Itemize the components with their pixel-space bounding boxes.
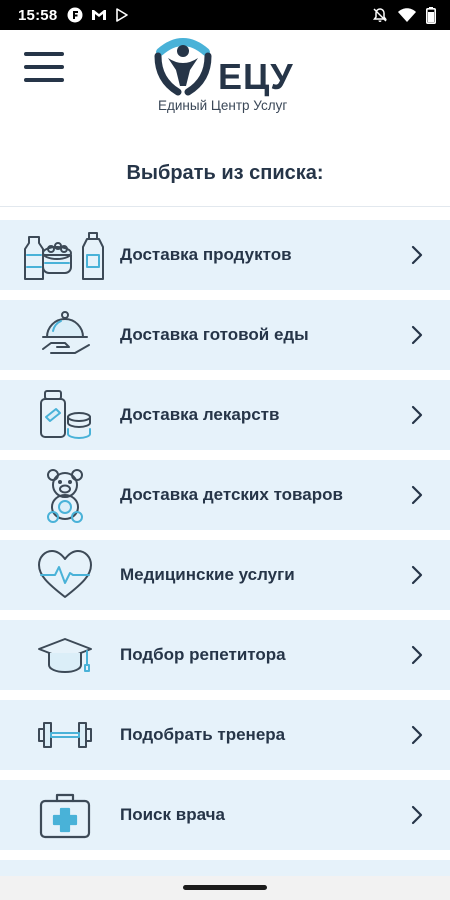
service-item-groceries[interactable]: Доставка продуктов: [0, 220, 450, 290]
service-label: Доставка лекарств: [120, 405, 280, 424]
status-time: 15:58: [18, 6, 58, 24]
medicine-icon: [40, 390, 91, 439]
teddy-bear-icon: [47, 469, 83, 523]
chevron-right-icon: [411, 565, 423, 585]
service-item-medicine[interactable]: Доставка лекарств: [0, 380, 450, 450]
home-gesture-handle[interactable]: [183, 885, 267, 890]
logo-mark-icon: [154, 38, 212, 96]
first-aid-kit-icon: [39, 793, 91, 839]
chevron-right-icon: [411, 725, 423, 745]
service-label: Медицинские услуги: [120, 565, 295, 584]
service-item-tutor[interactable]: Подбор репетитора: [0, 620, 450, 690]
service-item-doctor[interactable]: Поиск врача: [0, 780, 450, 850]
service-label: Доставка продуктов: [120, 245, 292, 264]
graduation-cap-icon: [38, 638, 92, 673]
service-item-kids[interactable]: Доставка детских товаров: [0, 460, 450, 530]
wifi-icon: [398, 8, 416, 22]
app-f-icon: [67, 7, 83, 23]
system-nav-bar: [0, 876, 450, 900]
logo-text: ЕЦУ: [218, 56, 294, 97]
dumbbell-icon: [38, 722, 92, 748]
service-item-trainer[interactable]: Подобрать тренера: [0, 700, 450, 770]
divider: [0, 206, 450, 207]
chevron-right-icon: [411, 325, 423, 345]
service-label: Доставка готовой еды: [120, 325, 309, 344]
chevron-right-icon: [411, 405, 423, 425]
chevron-right-icon: [411, 245, 423, 265]
logo: ЕЦУ Единый Центр Услуг: [152, 34, 312, 124]
groceries-icon: [24, 232, 104, 280]
chevron-right-icon: [411, 485, 423, 505]
play-store-icon: [115, 8, 129, 22]
status-bar: 15:58: [0, 0, 450, 30]
battery-icon: [426, 6, 436, 24]
hamburger-menu-icon[interactable]: [24, 52, 64, 82]
section-title: Выбрать из списка:: [126, 162, 324, 184]
service-label: Доставка детских товаров: [120, 485, 343, 504]
gmail-icon: [91, 8, 107, 22]
logo-subtitle: Единый Центр Услуг: [158, 98, 288, 113]
service-item-medical[interactable]: Медицинские услуги: [0, 540, 450, 610]
service-label: Подбор репетитора: [120, 645, 286, 664]
food-dish-icon: [42, 311, 90, 354]
heart-pulse-icon: [38, 550, 92, 598]
app-header: ЕЦУ Единый Центр Услуг: [0, 30, 450, 150]
chevron-right-icon: [411, 645, 423, 665]
service-label: Подобрать тренера: [120, 725, 286, 744]
muted-icon: [372, 7, 388, 23]
service-label: Поиск врача: [120, 805, 225, 824]
chevron-right-icon: [411, 805, 423, 825]
service-item-food[interactable]: Доставка готовой еды: [0, 300, 450, 370]
